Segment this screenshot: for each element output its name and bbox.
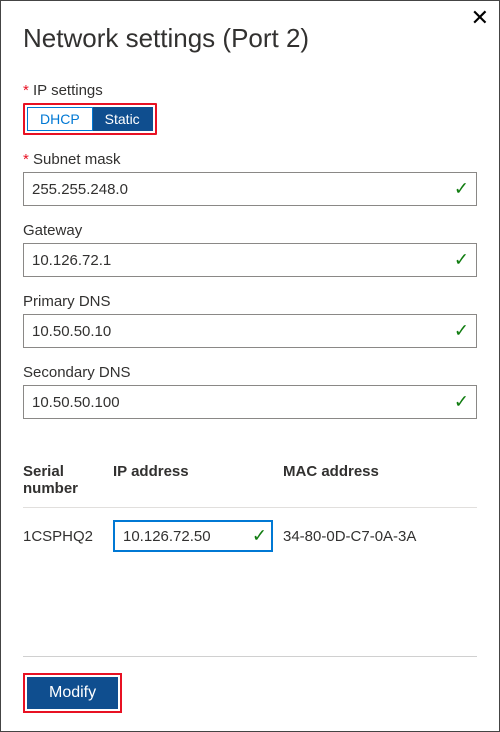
secondary-dns-input[interactable] <box>23 385 477 419</box>
secondary-dns-label: Secondary DNS <box>23 364 477 381</box>
subnet-mask-input[interactable] <box>23 172 477 206</box>
interfaces-table: Serial number IP address MAC address 1CS… <box>23 463 477 552</box>
subnet-mask-field: Subnet mask ✓ <box>23 151 477 206</box>
cell-mac: 34-80-0D-C7-0A-3A <box>283 528 477 545</box>
ip-settings-toggle: DHCP Static <box>23 103 157 135</box>
gateway-input[interactable] <box>23 243 477 277</box>
dhcp-button[interactable]: DHCP <box>27 107 93 131</box>
network-settings-panel: ✕ Network settings (Port 2) IP settings … <box>0 0 500 732</box>
ip-settings-field: IP settings DHCP Static <box>23 82 477 135</box>
close-icon[interactable]: ✕ <box>471 7 489 29</box>
gateway-label: Gateway <box>23 222 477 239</box>
secondary-dns-field: Secondary DNS ✓ <box>23 364 477 419</box>
primary-dns-field: Primary DNS ✓ <box>23 293 477 348</box>
cell-serial: 1CSPHQ2 <box>23 528 113 545</box>
col-header-serial: Serial number <box>23 463 113 497</box>
ip-address-input[interactable] <box>113 520 273 552</box>
subnet-mask-label: Subnet mask <box>23 151 477 168</box>
modify-button[interactable]: Modify <box>27 677 118 709</box>
primary-dns-input[interactable] <box>23 314 477 348</box>
gateway-field: Gateway ✓ <box>23 222 477 277</box>
modify-highlight: Modify <box>23 673 122 713</box>
table-row: 1CSPHQ2 ✓ 34-80-0D-C7-0A-3A <box>23 508 477 552</box>
ip-settings-label: IP settings <box>23 82 477 99</box>
col-header-mac: MAC address <box>283 463 477 497</box>
page-title: Network settings (Port 2) <box>23 23 477 54</box>
col-header-ip: IP address <box>113 463 283 497</box>
panel-footer: Modify <box>23 656 477 713</box>
primary-dns-label: Primary DNS <box>23 293 477 310</box>
table-header-row: Serial number IP address MAC address <box>23 463 477 508</box>
static-button[interactable]: Static <box>93 107 153 131</box>
